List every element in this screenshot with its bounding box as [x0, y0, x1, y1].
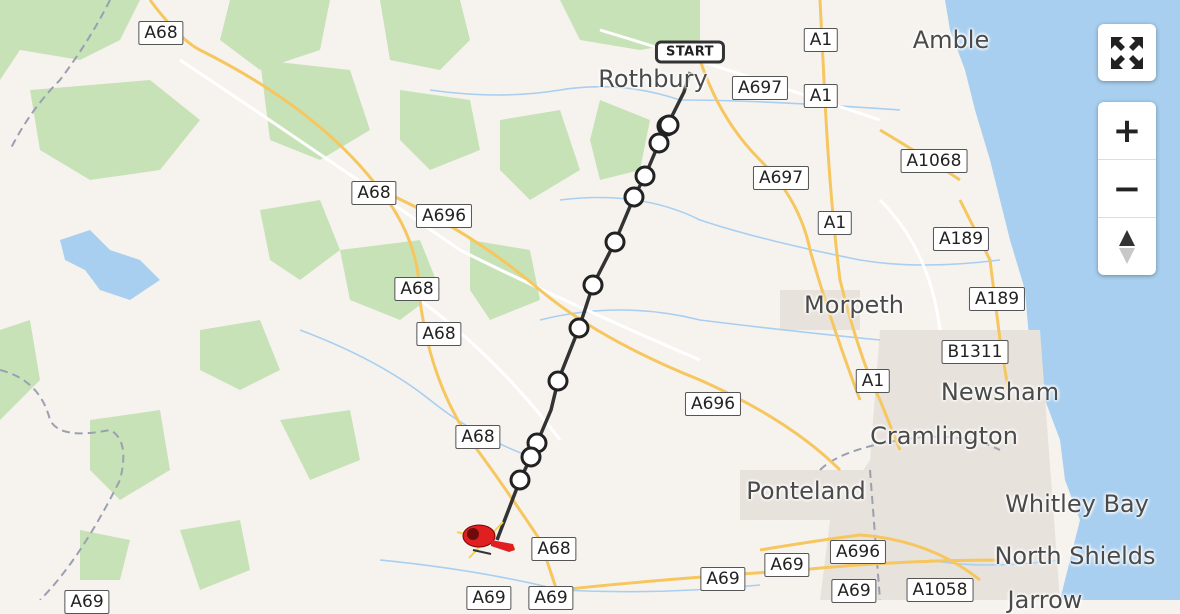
road-label: A696 [684, 392, 742, 416]
route-waypoint[interactable] [547, 370, 569, 392]
route-waypoint[interactable] [634, 165, 656, 187]
road-label: A68 [531, 537, 577, 561]
route-waypoint[interactable] [568, 317, 590, 339]
road-label: A696 [829, 540, 887, 564]
road-label: A189 [932, 227, 990, 251]
road-label: A69 [466, 586, 512, 610]
expand-arrows-icon [1111, 36, 1143, 69]
place-rothbury: Rothbury [598, 65, 708, 93]
road-label: A68 [138, 21, 184, 45]
road-label: A189 [968, 287, 1026, 311]
minus-icon: − [1112, 168, 1142, 209]
route-waypoint[interactable] [509, 469, 531, 491]
road-label: A1058 [906, 578, 974, 602]
road-label: A1 [803, 84, 839, 108]
route-waypoint[interactable] [582, 274, 604, 296]
road-label: A68 [455, 425, 501, 449]
place-cramlington: Cramlington [870, 422, 1018, 450]
route-waypoint[interactable] [623, 186, 645, 208]
route-waypoint[interactable] [520, 446, 542, 468]
road-label: B1311 [941, 340, 1009, 364]
road-label: A69 [764, 553, 810, 577]
road-label: A69 [528, 586, 574, 610]
place-jarrow: Jarrow [1007, 586, 1083, 614]
road-label: A69 [64, 590, 110, 614]
road-label: A68 [394, 277, 440, 301]
place-amble: Amble [912, 26, 990, 54]
road-label: A69 [700, 567, 746, 591]
road-label: A1 [803, 28, 839, 52]
place-newsham: Newsham [940, 378, 1060, 406]
place-whitley-bay: Whitley Bay [1005, 490, 1149, 518]
route-waypoint[interactable] [658, 114, 680, 136]
zoom-control: + − [1098, 102, 1156, 275]
zoom-out-button[interactable]: − [1098, 159, 1156, 217]
route-waypoint[interactable] [604, 231, 626, 253]
map-canvas[interactable]: Rothbury Amble Morpeth Newsham Cramlingt… [0, 0, 1180, 614]
compass-button[interactable] [1098, 217, 1156, 275]
road-label: A1 [817, 211, 853, 235]
road-label: A1 [855, 369, 891, 393]
plus-icon: + [1112, 110, 1142, 151]
place-north-shields: North Shields [994, 542, 1156, 570]
compass-icon [1119, 229, 1135, 264]
road-label: A1068 [900, 149, 968, 173]
road-label: A696 [415, 204, 473, 228]
reservoir [60, 230, 160, 300]
route-waypoint[interactable] [648, 132, 670, 154]
zoom-in-button[interactable]: + [1098, 102, 1156, 159]
place-ponteland: Ponteland [746, 477, 866, 505]
road-label: A697 [731, 76, 789, 100]
road-label: A69 [831, 579, 877, 603]
route-start-marker[interactable]: START [654, 40, 726, 64]
place-morpeth: Morpeth [804, 291, 904, 319]
fullscreen-control [1098, 24, 1156, 81]
road-label: A68 [416, 322, 462, 346]
helicopter-icon[interactable] [456, 521, 516, 559]
road-label: A697 [752, 166, 810, 190]
fullscreen-button[interactable] [1098, 24, 1156, 81]
road-label: A68 [351, 181, 397, 205]
